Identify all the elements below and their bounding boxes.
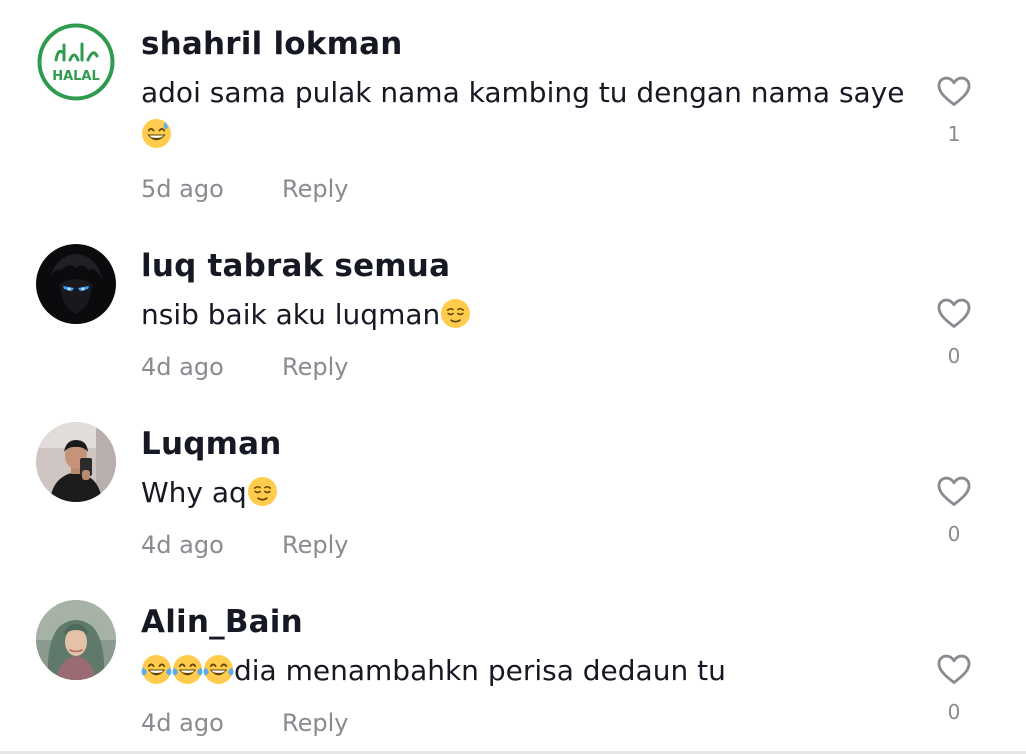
hijab-woman-avatar (36, 600, 116, 680)
mirror-selfie-avatar (36, 422, 116, 502)
like-button[interactable]: 0 (930, 650, 978, 724)
relieved-face-emoji (247, 476, 278, 507)
like-button[interactable]: 0 (930, 472, 978, 546)
halal-logo-text: HALAL (52, 69, 100, 84)
comment-meta: 4d ago Reply (141, 709, 348, 737)
avatar[interactable]: HALAL (36, 22, 116, 102)
reply-button[interactable]: Reply (282, 531, 348, 559)
like-button[interactable]: 1 (930, 72, 978, 146)
heart-outline-icon[interactable] (935, 472, 973, 510)
comment-time: 4d ago (141, 353, 224, 381)
reply-button[interactable]: Reply (282, 353, 348, 381)
comment-time: 4d ago (141, 709, 224, 737)
comment-meta: 4d ago Reply (141, 531, 348, 559)
heart-outline-icon[interactable] (935, 650, 973, 688)
heart-outline-icon[interactable] (935, 72, 973, 110)
username[interactable]: Luqman (141, 426, 282, 462)
tears-of-joy-emoji (172, 654, 203, 685)
reply-button[interactable]: Reply (282, 709, 348, 737)
avatar[interactable] (36, 600, 116, 680)
username[interactable]: Alin_Bain (141, 604, 303, 640)
comment-item: Luqman Why aq 4d ago Reply 0 (0, 400, 1026, 578)
comment-item: HALAL shahril lokman adoi sama pulak nam… (0, 0, 1026, 222)
comment-meta: 4d ago Reply (141, 353, 348, 381)
comment-time: 4d ago (141, 531, 224, 559)
comment-text-body: Why aq (141, 476, 247, 509)
comment-text: dia menambahkn perisa dedaun tu (141, 650, 911, 692)
comment-item: luq tabrak semua nsib baik aku luqman 4d… (0, 222, 1026, 400)
avatar[interactable] (36, 244, 116, 324)
comment-text: adoi sama pulak nama kambing tu dengan n… (141, 72, 911, 156)
username[interactable]: shahril lokman (141, 26, 402, 62)
comment-meta: 5d ago Reply (141, 175, 348, 203)
comment-item: Alin_Bain dia menambahkn perisa dedaun t… (0, 578, 1026, 751)
comment-time: 5d ago (141, 175, 224, 203)
comment-text-body: adoi sama pulak nama kambing tu dengan n… (141, 76, 905, 109)
comment-text: nsib baik aku luqman (141, 294, 911, 336)
dark-anime-avatar (36, 244, 116, 324)
like-count: 0 (947, 344, 961, 368)
tears-of-joy-emoji (141, 654, 172, 685)
like-count: 1 (947, 122, 961, 146)
tears-of-joy-emoji (203, 654, 234, 685)
relieved-face-emoji (440, 298, 471, 329)
halal-logo-avatar: HALAL (36, 22, 116, 102)
like-count: 0 (947, 700, 961, 724)
reply-button[interactable]: Reply (282, 175, 348, 203)
comment-text-body: nsib baik aku luqman (141, 298, 441, 331)
grinning-sweat-emoji (141, 118, 172, 149)
avatar[interactable] (36, 422, 116, 502)
comment-text-body: dia menambahkn perisa dedaun tu (234, 654, 726, 687)
comment-text: Why aq (141, 472, 911, 514)
like-button[interactable]: 0 (930, 294, 978, 368)
heart-outline-icon[interactable] (935, 294, 973, 332)
username[interactable]: luq tabrak semua (141, 248, 450, 284)
like-count: 0 (947, 522, 961, 546)
